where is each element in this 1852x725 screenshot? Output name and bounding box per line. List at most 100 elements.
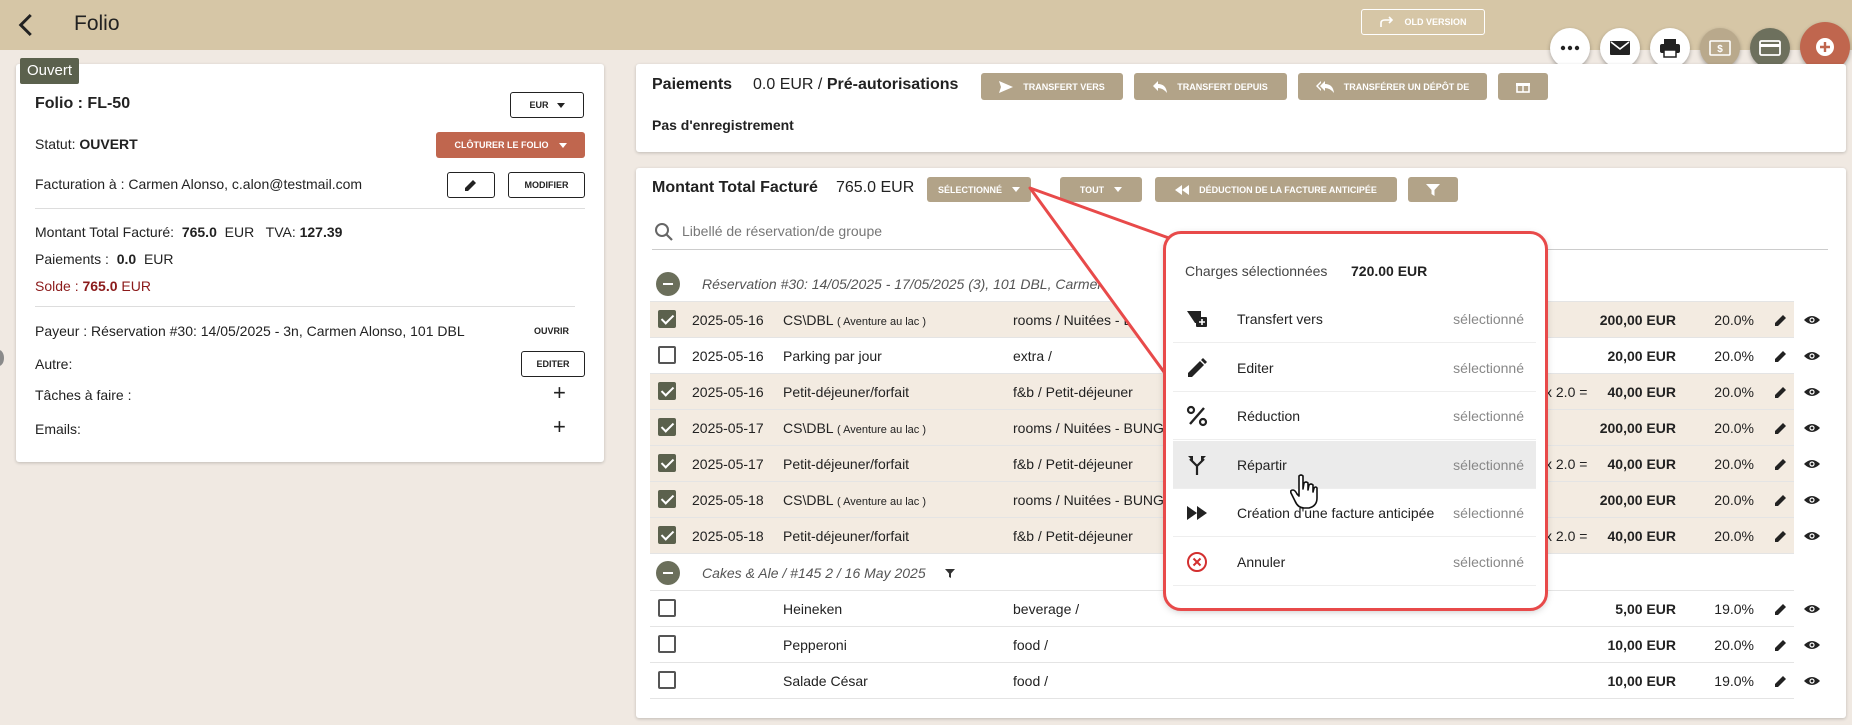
row-checkbox[interactable] bbox=[658, 526, 676, 544]
menu-item-suffix: sélectionné bbox=[1453, 553, 1524, 570]
menu-item[interactable]: Editer sélectionné bbox=[1173, 344, 1536, 392]
menu-item[interactable]: Transfert vers sélectionné bbox=[1173, 295, 1536, 343]
row-checkbox[interactable] bbox=[658, 635, 676, 653]
menu-item[interactable]: Annuler sélectionné bbox=[1173, 538, 1536, 586]
row-checkbox[interactable] bbox=[658, 346, 676, 364]
collapse-icon[interactable] bbox=[656, 272, 680, 296]
selected-dropdown-button[interactable]: SÉLECTIONNÉ bbox=[927, 177, 1031, 202]
print-button[interactable] bbox=[1650, 28, 1690, 68]
cash-button[interactable]: $ bbox=[1700, 28, 1740, 68]
pencil-icon[interactable] bbox=[1774, 385, 1788, 399]
menu-item-label: Editer bbox=[1237, 359, 1274, 376]
pencil-icon[interactable] bbox=[1774, 638, 1788, 652]
row-amount: 10,00 EUR bbox=[1607, 673, 1676, 689]
row-date: 2025-05-17 bbox=[692, 456, 764, 472]
selected-actions-menu: Charges sélectionnées 720.00 EUR Transfe… bbox=[1165, 233, 1546, 609]
edit-other-button[interactable]: EDITER bbox=[521, 351, 585, 377]
other-label: Autre: bbox=[35, 356, 73, 372]
row-amount: 10,00 EUR bbox=[1607, 637, 1676, 653]
modify-button[interactable]: MODIFIER bbox=[508, 172, 585, 198]
collapse-icon[interactable] bbox=[656, 561, 680, 585]
eye-icon[interactable] bbox=[1804, 603, 1820, 615]
eye-icon[interactable] bbox=[1804, 675, 1820, 687]
close-folio-button[interactable]: CLÔTURER LE FOLIO bbox=[436, 132, 585, 158]
row-checkbox[interactable] bbox=[658, 599, 676, 617]
row-checkbox[interactable] bbox=[658, 418, 676, 436]
eye-icon[interactable] bbox=[1804, 494, 1820, 506]
email-button[interactable] bbox=[1600, 28, 1640, 68]
edit-billing-button[interactable] bbox=[447, 172, 495, 198]
row-qty: x 2.0 = bbox=[1545, 528, 1588, 544]
row-name: Pepperoni bbox=[783, 637, 847, 653]
chevron-down-icon bbox=[556, 102, 565, 108]
menu-item[interactable]: Réduction sélectionné bbox=[1173, 392, 1536, 440]
filter-button[interactable] bbox=[1408, 177, 1458, 202]
eye-icon[interactable] bbox=[1804, 386, 1820, 398]
row-name-text: Pepperoni bbox=[783, 637, 847, 653]
eye-icon[interactable] bbox=[1804, 639, 1820, 651]
row-checkbox[interactable] bbox=[658, 454, 676, 472]
payer-value: Réservation #30: 14/05/2025 - 3n, Carmen… bbox=[91, 323, 465, 339]
transfer-to-button[interactable]: TRANSFERT VERS bbox=[981, 73, 1123, 100]
pencil-icon[interactable] bbox=[1774, 529, 1788, 543]
eye-icon[interactable] bbox=[1804, 350, 1820, 362]
gift-box-icon bbox=[1516, 83, 1530, 93]
row-name-text: Parking par jour bbox=[783, 348, 882, 364]
row-name: Salade César bbox=[783, 673, 868, 689]
payments-row: Paiements : 0.0 EUR bbox=[35, 251, 174, 267]
chevron-down-icon bbox=[558, 142, 567, 148]
transfer-deposit-button[interactable]: TRANSFÉRER UN DÉPÔT DE bbox=[1298, 73, 1487, 100]
pencil-icon[interactable] bbox=[1774, 493, 1788, 507]
pencil-icon[interactable] bbox=[1774, 421, 1788, 435]
more-options-button[interactable] bbox=[1550, 28, 1590, 68]
eye-icon[interactable] bbox=[1804, 422, 1820, 434]
row-checkbox[interactable] bbox=[658, 490, 676, 508]
menu-item[interactable]: Répartir sélectionné bbox=[1173, 440, 1536, 489]
pencil-icon bbox=[1185, 356, 1209, 380]
charge-row[interactable]: Pepperoni food / 10,00 EUR 20.0% bbox=[650, 627, 1820, 663]
emails-label: Emails: bbox=[35, 421, 81, 437]
payments-amount: 0.0 EUR bbox=[753, 76, 814, 93]
currency-select[interactable]: EUR bbox=[510, 92, 584, 118]
payments-value: 0.0 bbox=[116, 251, 137, 267]
total-value: 765.0 bbox=[181, 224, 217, 240]
fast-forward-icon bbox=[1185, 501, 1209, 525]
transfer-to-label: TRANSFERT VERS bbox=[1023, 81, 1105, 92]
eye-icon[interactable] bbox=[1804, 530, 1820, 542]
pencil-icon[interactable] bbox=[1774, 602, 1788, 616]
tasks-label: Tâches à faire : bbox=[35, 387, 132, 403]
divider bbox=[35, 306, 575, 307]
divider bbox=[35, 208, 585, 209]
old-version-button[interactable]: OLD VERSION bbox=[1361, 9, 1485, 35]
mail-icon bbox=[1610, 41, 1630, 55]
row-checkbox[interactable] bbox=[658, 671, 676, 689]
add-task-button[interactable]: + bbox=[553, 380, 566, 406]
open-button[interactable]: OUVRIR bbox=[534, 326, 569, 336]
menu-item[interactable]: Création d'une facture anticipée sélectio… bbox=[1173, 489, 1536, 537]
folio-title: Folio : FL-50 bbox=[35, 95, 131, 112]
pencil-icon bbox=[465, 180, 476, 191]
row-date: 2025-05-18 bbox=[692, 528, 764, 544]
row-amount: 5,00 EUR bbox=[1615, 601, 1676, 617]
row-checkbox[interactable] bbox=[658, 382, 676, 400]
card-button[interactable] bbox=[1750, 28, 1790, 68]
eye-icon[interactable] bbox=[1804, 314, 1820, 326]
row-tax: 20.0% bbox=[1714, 384, 1754, 400]
deposit-button[interactable] bbox=[1498, 73, 1548, 100]
eye-icon[interactable] bbox=[1804, 458, 1820, 470]
row-category: rooms / Nuitées - BUNG bbox=[1013, 420, 1164, 436]
balance-currency: EUR bbox=[121, 278, 151, 294]
pencil-icon[interactable] bbox=[1774, 674, 1788, 688]
search-input[interactable]: Libellé de réservation/de groupe bbox=[682, 223, 882, 239]
filter-icon[interactable] bbox=[945, 569, 955, 578]
side-handle[interactable] bbox=[0, 350, 4, 366]
back-arrow-icon[interactable] bbox=[12, 10, 42, 40]
pencil-icon[interactable] bbox=[1774, 313, 1788, 327]
pencil-icon[interactable] bbox=[1774, 349, 1788, 363]
add-email-button[interactable]: + bbox=[553, 414, 566, 440]
pencil-icon[interactable] bbox=[1774, 457, 1788, 471]
transfer-from-button[interactable]: TRANSFERT DEPUIS bbox=[1134, 73, 1287, 100]
charge-row[interactable]: Salade César food / 10,00 EUR 19.0% bbox=[650, 663, 1820, 699]
row-checkbox[interactable] bbox=[658, 310, 676, 328]
filter-icon bbox=[1426, 183, 1440, 196]
